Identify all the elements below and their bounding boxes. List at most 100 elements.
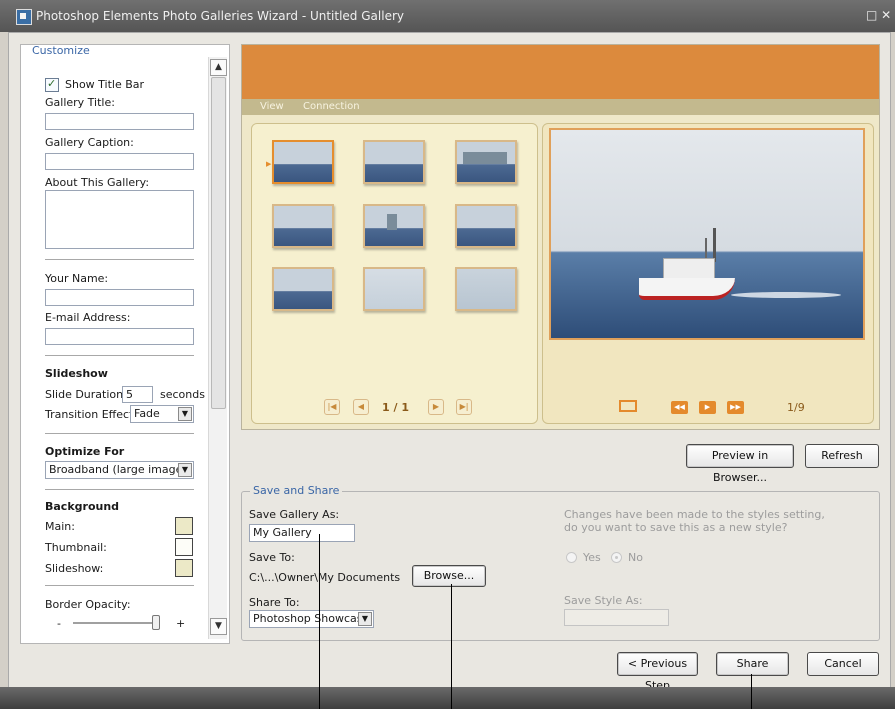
next-page-icon[interactable]: ▶ (428, 399, 444, 415)
cancel-button[interactable]: Cancel (807, 652, 879, 676)
slideshow-photo (549, 128, 865, 340)
divider (45, 355, 194, 356)
selected-marker-icon: ▶ (266, 160, 272, 168)
thumbnail-3[interactable] (455, 140, 517, 184)
background-thumbnail-label: Thumbnail: (45, 541, 107, 554)
save-share-legend: Save and Share (250, 484, 343, 497)
callout-line (751, 674, 752, 709)
your-name-label: Your Name: (45, 272, 109, 285)
optimize-heading: Optimize For (45, 445, 125, 458)
menu-connection[interactable]: Connection (303, 101, 360, 112)
slide-duration-input[interactable]: 5 (122, 386, 153, 403)
save-gallery-as-input[interactable]: My Gallery (249, 524, 355, 542)
refresh-button[interactable]: Refresh (805, 444, 879, 468)
browse-button[interactable]: Browse... (412, 565, 486, 587)
save-style-as-input[interactable] (564, 609, 669, 626)
page-indicator: 1 / 1 (382, 401, 409, 414)
save-to-path: C:\...\Owner\My Documents (249, 571, 401, 584)
style-prompt-line2: do you want to save this as a new style? (564, 521, 788, 534)
menu-view[interactable]: View (260, 101, 284, 112)
slide-duration-unit: seconds (160, 388, 205, 401)
share-button[interactable]: Share (716, 652, 789, 676)
gallery-title-input[interactable] (45, 113, 194, 130)
save-to-label: Save To: (249, 551, 295, 564)
fullscreen-icon[interactable] (619, 400, 637, 412)
play-icon[interactable]: ▶ (699, 401, 716, 414)
app-icon (16, 9, 32, 25)
thumbnail-1[interactable] (272, 140, 334, 184)
customize-scrollbar[interactable]: ▲ ▼ (208, 57, 227, 639)
gallery-title-label: Gallery Title: (45, 96, 115, 109)
transition-effect-select[interactable]: Fade ▼ (130, 405, 194, 423)
email-label: E-mail Address: (45, 311, 131, 324)
slide-counter: 1/9 (787, 401, 805, 414)
opacity-plus-label: + (176, 617, 186, 630)
chevron-down-icon: ▼ (178, 407, 192, 421)
gallery-caption-input[interactable] (45, 153, 194, 170)
previous-step-button[interactable]: < Previous Step (617, 652, 698, 692)
background-main-label: Main: (45, 520, 75, 533)
window-titlebar: Photoshop Elements Photo Galleries Wizar… (0, 0, 895, 32)
gallery-caption-label: Gallery Caption: (45, 136, 134, 149)
scroll-down-icon[interactable]: ▼ (210, 618, 227, 635)
first-page-icon[interactable]: |◀ (324, 399, 340, 415)
divider (45, 585, 194, 586)
slideshow-heading: Slideshow (45, 367, 108, 380)
save-style-as-label: Save Style As: (564, 594, 643, 607)
divider (45, 259, 194, 260)
email-input[interactable] (45, 328, 194, 345)
your-name-input[interactable] (45, 289, 194, 306)
style-prompt-line1: Changes have been made to the styles set… (564, 508, 825, 521)
customize-legend: Customize (29, 45, 93, 57)
window-title: Photoshop Elements Photo Galleries Wizar… (36, 9, 404, 23)
window-bottom-bar (0, 687, 895, 709)
no-radio[interactable] (611, 552, 622, 563)
thumbnail-7[interactable] (272, 267, 334, 311)
no-label: No (628, 551, 643, 564)
thumbnail-5[interactable] (363, 204, 425, 248)
customize-panel: Customize Show Title Bar Gallery Title: … (20, 44, 230, 644)
scroll-up-icon[interactable]: ▲ (210, 59, 227, 76)
preview-header-band (242, 45, 879, 99)
opacity-minus-label: - (57, 617, 61, 630)
thumbnail-color-swatch[interactable] (175, 538, 193, 556)
scrollbar-thumb[interactable] (211, 77, 226, 409)
last-page-icon[interactable]: ▶| (456, 399, 472, 415)
preview-menubar: View Connection (242, 99, 879, 115)
slide-duration-label: Slide Duration: (45, 388, 127, 401)
share-to-label: Share To: (249, 596, 300, 609)
callout-line (451, 584, 452, 709)
transition-effect-value: Fade (134, 407, 160, 420)
divider (45, 433, 194, 434)
callout-line (319, 534, 320, 709)
next-slide-icon[interactable]: ▶▶ (727, 401, 744, 414)
show-title-bar-checkbox[interactable] (45, 77, 59, 92)
background-slideshow-label: Slideshow: (45, 562, 104, 575)
preview-in-browser-button[interactable]: Preview in Browser... (686, 444, 794, 484)
share-to-select[interactable]: Photoshop Showcase ▼ (249, 610, 374, 628)
thumbnail-6[interactable] (455, 204, 517, 248)
thumbnail-8[interactable] (363, 267, 425, 311)
about-gallery-textarea[interactable] (45, 190, 194, 249)
show-title-bar-label: Show Title Bar (65, 78, 145, 91)
optimize-select[interactable]: Broadband (large images) ▼ (45, 461, 194, 479)
thumbnail-2[interactable] (363, 140, 425, 184)
yes-label: Yes (583, 551, 601, 564)
divider (45, 489, 194, 490)
slideshow-pane: ◀◀ ▶ ▶▶ 1/9 (542, 123, 874, 424)
opacity-slider-thumb[interactable] (152, 615, 160, 630)
opacity-slider-track[interactable] (73, 622, 157, 624)
main-color-swatch[interactable] (175, 517, 193, 535)
gallery-preview: View Connection ▶ |◀ ◀ 1 / 1 ▶ ▶| ◀◀ ▶ ▶… (241, 44, 880, 430)
transition-effect-label: Transition Effect: (45, 408, 138, 421)
thumbnail-9[interactable] (455, 267, 517, 311)
window-controls[interactable]: □ ✕ (866, 8, 891, 22)
prev-page-icon[interactable]: ◀ (353, 399, 369, 415)
chevron-down-icon: ▼ (358, 612, 372, 626)
slideshow-color-swatch[interactable] (175, 559, 193, 577)
thumbnail-4[interactable] (272, 204, 334, 248)
thumbnail-pane: ▶ |◀ ◀ 1 / 1 ▶ ▶| (251, 123, 538, 424)
yes-radio[interactable] (566, 552, 577, 563)
background-heading: Background (45, 500, 120, 513)
prev-slide-icon[interactable]: ◀◀ (671, 401, 688, 414)
